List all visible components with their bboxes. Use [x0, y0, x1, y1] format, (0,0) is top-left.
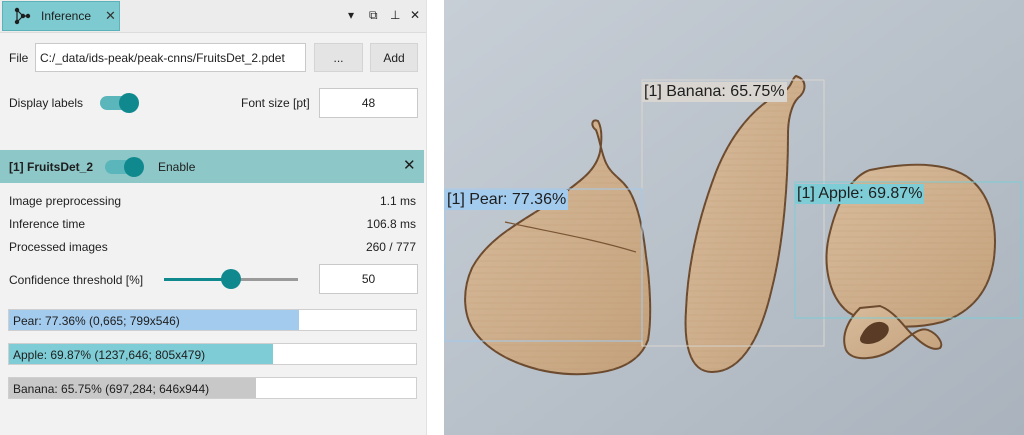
result-bar-banana: Banana: 65.75% (697,284; 646x944): [8, 377, 417, 399]
toggle-knob: [124, 157, 144, 177]
network-icon: [14, 7, 31, 25]
confidence-slider[interactable]: [164, 269, 298, 289]
toggle-knob: [119, 93, 139, 113]
close-window-icon[interactable]: ✕: [410, 8, 420, 22]
close-icon[interactable]: ✕: [403, 156, 416, 174]
display-labels-toggle[interactable]: [100, 93, 139, 113]
fruit-image: [444, 0, 1024, 435]
banana-detection-label: [1] Banana: 65.75%: [642, 82, 787, 102]
network-header: [1] FruitsDet_2 Enable ✕: [0, 150, 424, 183]
font-size-value: 48: [361, 96, 376, 110]
network-enable-toggle[interactable]: [105, 157, 144, 177]
font-size-label: Font size [pt]: [241, 96, 310, 110]
close-icon[interactable]: ✕: [105, 8, 116, 24]
confidence-label: Confidence threshold [%]: [9, 273, 144, 287]
image-view[interactable]: [1] Banana: 65.75% [1] Pear: 77.36% [1] …: [444, 0, 1024, 435]
result-bar-apple: Apple: 69.87% (1237,646; 805x479): [8, 343, 417, 365]
result-text: Pear: 77.36% (0,665; 799x546): [13, 314, 180, 328]
stat-label-inference-time: Inference time: [9, 217, 86, 231]
enable-label: Enable: [158, 160, 196, 174]
tab-title: Inference: [41, 9, 92, 23]
pear-detection-label: [1] Pear: 77.36%: [445, 190, 569, 210]
file-path-field[interactable]: C:/_data/ids-peak/peak-cnns/FruitsDet_2.…: [35, 43, 306, 72]
panel-titlebar: Inference ✕ ▾ ⧉ ⊥ ✕: [0, 0, 426, 33]
tab-inference[interactable]: Inference ✕: [2, 1, 120, 31]
file-label: File: [9, 51, 29, 65]
add-button[interactable]: Add: [370, 43, 418, 72]
stat-label-processed-images: Processed images: [9, 240, 108, 254]
result-text: Apple: 69.87% (1237,646; 805x479): [13, 348, 206, 362]
dropdown-arrow-icon[interactable]: ▾: [348, 8, 354, 22]
network-title: [1] FruitsDet_2: [9, 160, 94, 174]
inference-panel: Inference ✕ ▾ ⧉ ⊥ ✕ File C:/_data/ids-pe…: [0, 0, 426, 435]
stat-value-processed-images: 260 / 777: [365, 240, 416, 254]
slider-handle[interactable]: [221, 269, 241, 289]
stat-value-inference-time: 106.8 ms: [366, 217, 416, 231]
confidence-value: 50: [361, 272, 376, 286]
float-window-icon[interactable]: ⧉: [369, 8, 378, 23]
stat-label-preprocessing: Image preprocessing: [9, 194, 122, 208]
browse-button[interactable]: ...: [314, 43, 363, 72]
file-path-value: C:/_data/ids-peak/peak-cnns/FruitsDet_2.…: [40, 50, 285, 65]
confidence-input[interactable]: 50: [319, 264, 418, 294]
font-size-input[interactable]: 48: [319, 88, 418, 118]
apple-detection-label: [1] Apple: 69.87%: [795, 184, 925, 204]
result-text: Banana: 65.75% (697,284; 646x944): [13, 382, 210, 396]
pin-icon[interactable]: ⊥: [390, 8, 400, 22]
stat-value-preprocessing: 1.1 ms: [379, 194, 416, 208]
splitter[interactable]: [426, 0, 444, 435]
display-labels-label: Display labels: [9, 96, 84, 110]
result-bar-pear: Pear: 77.36% (0,665; 799x546): [8, 309, 417, 331]
